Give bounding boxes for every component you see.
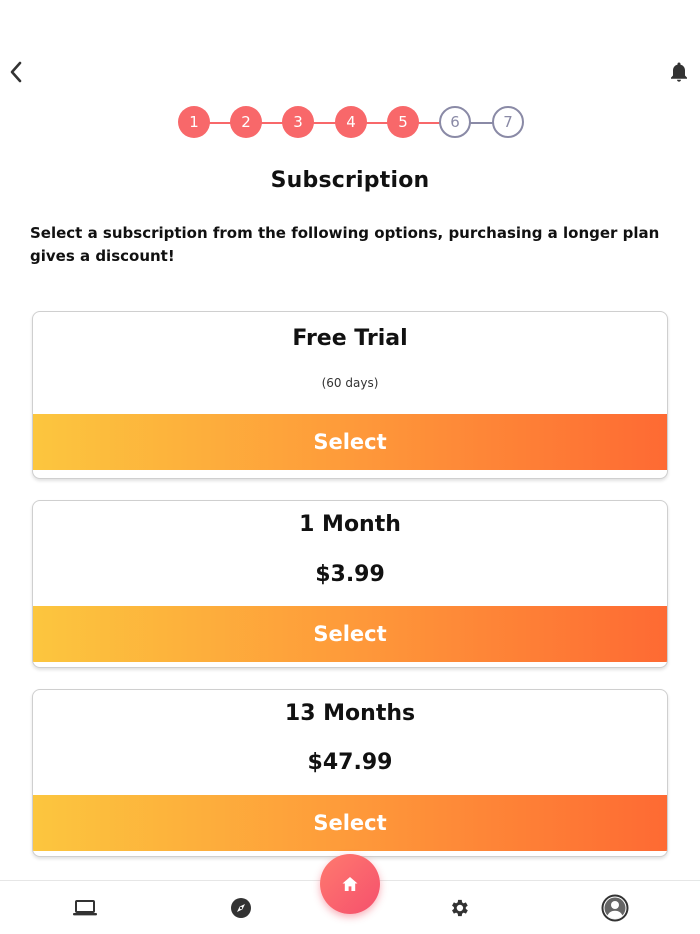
home-icon xyxy=(342,877,358,891)
plan-price: $47.99 xyxy=(307,750,393,775)
step-3: 3 xyxy=(282,106,314,138)
plan-name: Free Trial xyxy=(292,326,408,351)
step-7: 7 xyxy=(492,106,524,138)
intro-text: Select a subscription from the following… xyxy=(30,224,660,265)
step-4: 4 xyxy=(335,106,367,138)
laptop-icon xyxy=(73,900,97,916)
gear-icon xyxy=(452,899,468,917)
nav-profile[interactable] xyxy=(598,891,632,925)
plan-name: 13 Months xyxy=(284,701,416,726)
notifications-button[interactable] xyxy=(668,60,690,84)
plan-card-free-trial: Free Trial (60 days) Select xyxy=(32,311,668,479)
nav-settings[interactable] xyxy=(442,891,476,925)
top-bar xyxy=(0,0,700,100)
plan-name: 1 Month xyxy=(299,512,401,537)
chevron-left-icon xyxy=(10,61,22,83)
nav-devices[interactable] xyxy=(68,891,102,925)
step-6: 6 xyxy=(439,106,471,138)
nav-explore[interactable] xyxy=(224,891,258,925)
bell-icon xyxy=(671,62,687,82)
profile-avatar-icon xyxy=(601,894,629,922)
select-1-month-button[interactable]: Select xyxy=(33,606,667,662)
home-button[interactable] xyxy=(320,854,380,914)
plan-card-13-months: 13 Months $47.99 Select xyxy=(32,689,668,857)
select-free-trial-button[interactable]: Select xyxy=(33,414,667,470)
compass-icon xyxy=(231,898,251,918)
step-1: 1 xyxy=(178,106,210,138)
progress-stepper: 1 2 3 4 5 6 7 xyxy=(178,106,524,140)
back-button[interactable] xyxy=(4,58,28,86)
page-title: Subscription xyxy=(270,168,430,193)
step-5: 5 xyxy=(387,106,419,138)
plan-duration: (60 days) xyxy=(321,376,379,390)
step-2: 2 xyxy=(230,106,262,138)
plan-card-1-month: 1 Month $3.99 Select xyxy=(32,500,668,668)
plan-price: $3.99 xyxy=(315,562,385,587)
select-13-months-button[interactable]: Select xyxy=(33,795,667,851)
